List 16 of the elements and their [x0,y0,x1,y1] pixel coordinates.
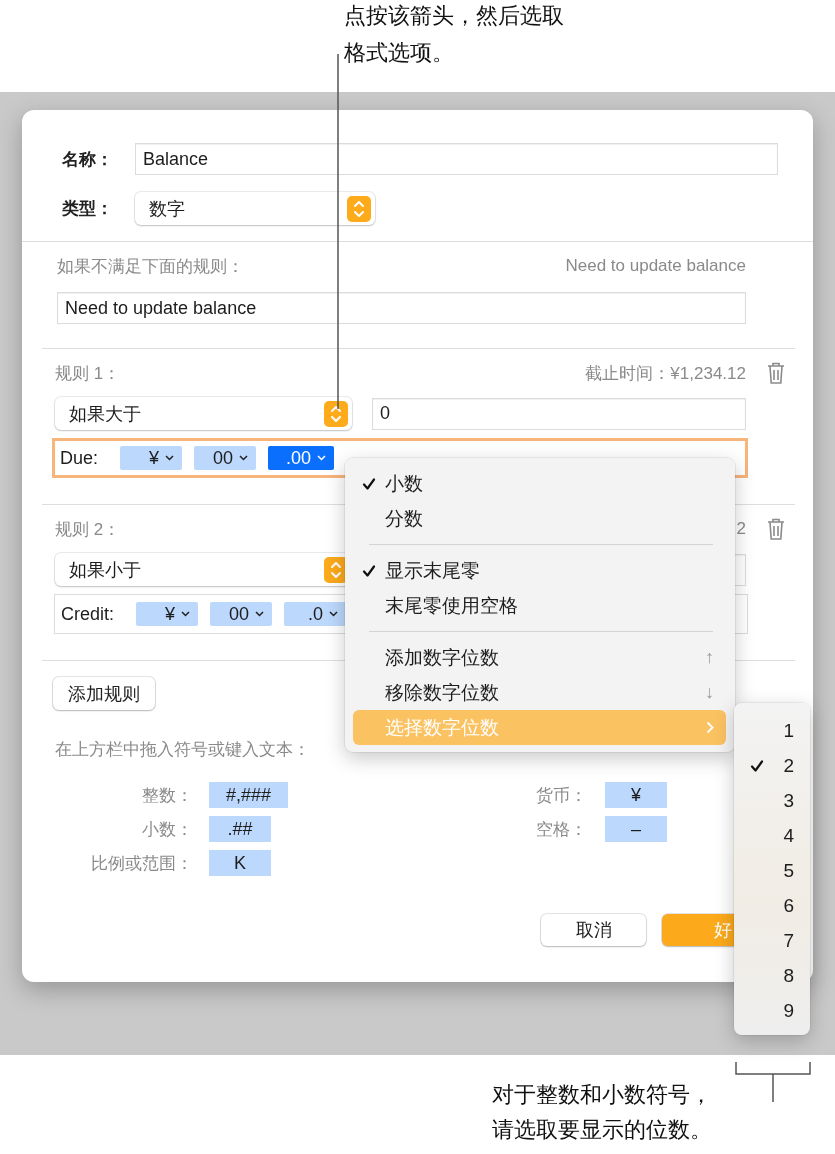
callout-text: 对于整数和小数符号，请选取要显示的位数。 [492,1081,713,1144]
preview-text: 截止时间：¥1,234.12 [585,362,746,385]
field-label: 类型： [62,198,114,220]
token-label: 小数： [141,818,193,841]
preview-text: Need to update balance [565,256,746,276]
token-label: 整数： [141,784,193,807]
preview-text: 2 [736,519,746,539]
token-label: 货币： [535,784,587,807]
hint-text: 在上方栏中拖入符号或键入文本： [55,739,311,761]
callout-text: 点按该箭头，然后选取格式选项。 [344,2,565,67]
rule-title: 规则 1： [55,362,121,385]
rule-title: 规则 2： [55,518,121,541]
field-label: 名称： [62,148,114,171]
section-label: 如果不满足下面的规则： [57,255,244,278]
token-label: 空格： [535,818,587,841]
token-label: 比例或范围： [90,852,193,875]
